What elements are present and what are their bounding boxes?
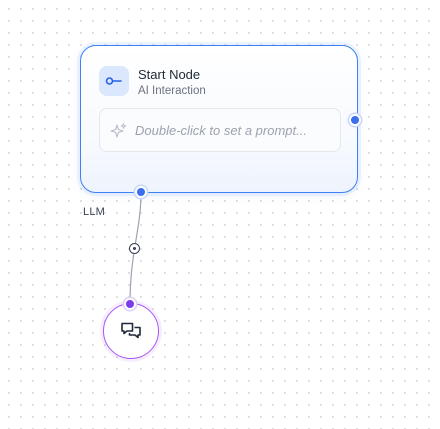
start-node-subtitle: AI Interaction xyxy=(138,85,206,97)
flow-canvas[interactable]: Start Node AI Interaction Double-click t… xyxy=(0,0,440,429)
target-handle-top[interactable] xyxy=(124,298,136,310)
source-handle-bottom[interactable] xyxy=(135,186,147,198)
start-node[interactable]: Start Node AI Interaction Double-click t… xyxy=(80,45,358,193)
target-icon[interactable] xyxy=(129,243,140,254)
edge-label: LLM xyxy=(83,206,105,218)
prompt-field[interactable]: Double-click to set a prompt... xyxy=(99,108,341,152)
source-handle-right[interactable] xyxy=(349,114,361,126)
chat-bubbles-icon xyxy=(121,322,141,339)
chat-node[interactable] xyxy=(103,303,159,359)
sparkle-icon xyxy=(110,123,127,138)
prompt-placeholder: Double-click to set a prompt... xyxy=(135,123,307,138)
start-node-title: Start Node xyxy=(138,67,201,82)
key-icon xyxy=(99,66,129,96)
